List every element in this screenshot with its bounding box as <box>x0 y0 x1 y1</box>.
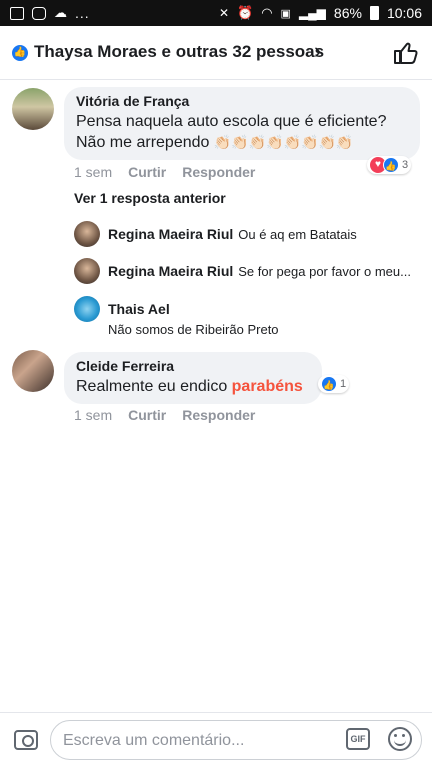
wifi-icon: ◠ <box>261 5 273 20</box>
reply-text: Se for pega por favor o meu... <box>238 263 411 279</box>
comment-time: 1 sem <box>74 407 113 423</box>
signal-icon: ▂▄▆ <box>298 6 326 20</box>
reply-row[interactable]: Regina Maeira Riul Se for pega por favor… <box>74 258 411 284</box>
avatar[interactable] <box>12 350 54 392</box>
clock: 10:06 <box>386 5 422 21</box>
clap-emoji: 👏🏻👏🏻👏🏻👏🏻👏🏻👏🏻👏🏻👏🏻 <box>213 134 354 150</box>
comment-author[interactable]: Vitória de França <box>76 93 408 109</box>
comment-placeholder: Escreva um comentário... <box>63 732 245 749</box>
battery-icon <box>369 6 379 20</box>
highlighted-word[interactable]: parabéns <box>232 378 303 395</box>
sync-icon: ☁ <box>54 5 67 20</box>
reply-text: Não somos de Ribeirão Preto <box>108 322 279 337</box>
comment-time: 1 sem <box>74 164 113 180</box>
sim-icon: ▣ <box>280 7 291 20</box>
reply-text: Ou é aq em Batatais <box>238 226 357 242</box>
comment-actions: 1 sem Curtir Responder <box>74 407 255 423</box>
comment-text-line2: Não me arrependo 👏🏻👏🏻👏🏻👏🏻👏🏻👏🏻👏🏻👏🏻 <box>76 132 408 153</box>
camera-icon[interactable] <box>14 730 38 750</box>
avatar[interactable] <box>12 88 54 130</box>
comment-text: Pensa naquela auto escola que é eficient… <box>76 113 387 130</box>
reply-author[interactable]: Thais Ael <box>108 301 170 317</box>
status-bar: ☁ ... ✕ ⏰ ◠ ▣ ▂▄▆ 86% 10:06 <box>0 0 432 26</box>
reply-button[interactable]: Responder <box>182 164 255 180</box>
view-previous-replies-link[interactable]: Ver 1 resposta anterior <box>74 190 226 206</box>
like-icon[interactable] <box>392 40 418 66</box>
like-button[interactable]: Curtir <box>128 407 166 423</box>
reactions-summary[interactable]: Thaysa Moraes e outras 32 pessoas <box>34 42 324 62</box>
gallery-icon <box>10 6 24 20</box>
reaction-summary[interactable]: 👍 1 <box>318 375 350 393</box>
comment-text: Realmente eu endico parabéns <box>76 376 310 397</box>
reaction-summary[interactable]: ♥ 👍 3 <box>367 156 412 174</box>
battery-percent: 86% <box>333 5 362 21</box>
avatar[interactable] <box>74 221 100 247</box>
mute-icon: ✕ <box>218 6 230 20</box>
like-reaction-icon: 👍 <box>383 157 399 173</box>
chevron-right-icon[interactable]: › <box>314 38 321 64</box>
reply-author[interactable]: Regina Maeira Riul <box>108 263 233 279</box>
comment-bubble: Vitória de França Pensa naquela auto esc… <box>64 87 420 160</box>
like-reaction-icon: 👍 <box>321 376 337 392</box>
avatar[interactable] <box>74 296 100 322</box>
like-button[interactable]: Curtir <box>128 164 166 180</box>
reaction-count: 1 <box>340 378 347 390</box>
emoji-icon[interactable] <box>388 727 412 751</box>
comment-text-plain: Realmente eu endico <box>76 378 232 395</box>
instagram-icon <box>32 6 46 20</box>
comment-text: Não me arrependo <box>76 134 210 151</box>
reactions-header[interactable]: 👍 Thaysa Moraes e outras 32 pessoas › <box>0 26 432 80</box>
comment-author[interactable]: Cleide Ferreira <box>76 358 310 374</box>
comment-actions: 1 sem Curtir Responder <box>74 164 255 180</box>
reply-button[interactable]: Responder <box>182 407 255 423</box>
reply-row[interactable]: Regina Maeira Riul Ou é aq em Batatais <box>74 221 357 247</box>
like-reaction-icon: 👍 <box>12 45 28 61</box>
more-notifications: ... <box>75 5 90 21</box>
reaction-count: 3 <box>402 159 409 171</box>
comment-bubble: Cleide Ferreira Realmente eu endico para… <box>64 352 322 404</box>
gif-button[interactable]: GIF <box>346 728 370 750</box>
avatar[interactable] <box>74 258 100 284</box>
reply-author[interactable]: Regina Maeira Riul <box>108 226 233 242</box>
alarm-icon: ⏰ <box>237 5 254 20</box>
